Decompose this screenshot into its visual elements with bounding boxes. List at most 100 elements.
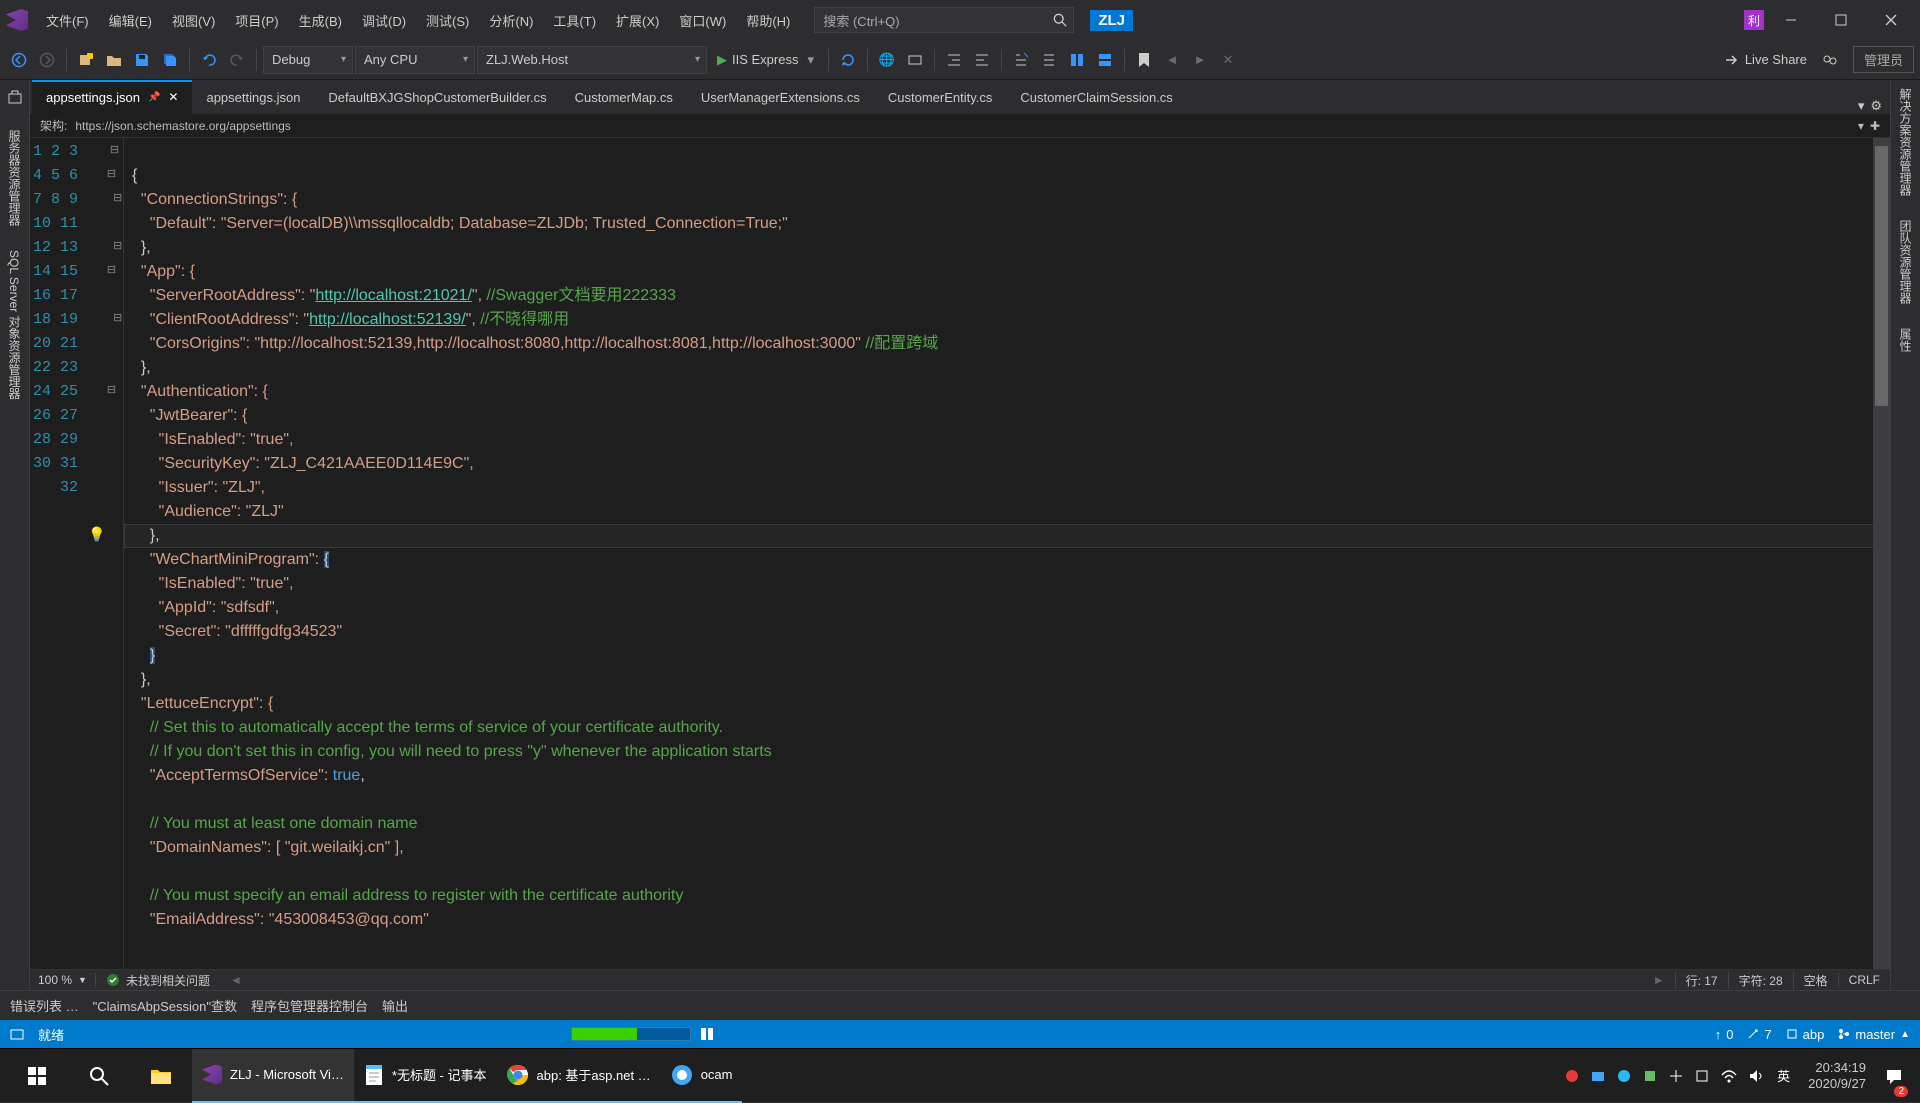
menu-project[interactable]: 项目(P) [227,8,286,33]
insert-mode[interactable]: 空格 [1793,972,1838,989]
close-button[interactable] [1868,5,1914,35]
split-editor-button[interactable]: ✚ [1870,119,1880,133]
menu-analyze[interactable]: 分析(N) [481,8,541,33]
tab-appsettings-1[interactable]: appsettings.json 📌 ✕ [32,80,192,114]
error-list-tab[interactable]: 错误列表 … [10,996,79,1015]
tray-icon-1[interactable] [1591,1069,1605,1083]
tab-settings-icon[interactable]: ⚙ [1870,98,1882,114]
menu-extensions[interactable]: 扩展(X) [608,8,667,33]
tray-icon-4[interactable] [1669,1069,1683,1083]
vertical-scrollbar[interactable] [1873,138,1890,969]
taskbar-ocam[interactable]: ocam [661,1049,743,1103]
minimize-button[interactable] [1768,5,1814,35]
menu-test[interactable]: 测试(S) [418,8,477,33]
undo-button[interactable] [196,47,222,73]
ime-indicator[interactable]: 英 [1777,1066,1790,1085]
record-icon[interactable] [1565,1069,1579,1083]
repo-name[interactable]: abp [1786,1027,1825,1042]
toolbox-icon[interactable] [2,84,28,110]
pending-changes[interactable]: 7 [1747,1027,1771,1042]
live-share-button[interactable]: Live Share [1723,52,1807,68]
system-tray[interactable]: 英 [1555,1066,1800,1085]
code-editor[interactable]: 1 2 3 4 5 6 7 8 9 10 11 12 13 14 15 16 1… [30,138,1890,969]
browser-link-button[interactable]: 🌐 [874,47,900,73]
active-files-dropdown[interactable]: ▾ [1858,98,1865,114]
global-search-input[interactable]: 搜索 (Ctrl+Q) [814,7,1074,33]
branch-name[interactable]: master ▲ [1838,1027,1910,1042]
issues-indicator[interactable]: 未找到相关问题 [96,972,220,989]
platform-dropdown[interactable]: Any CPU [355,46,475,74]
close-icon[interactable]: ✕ [168,90,178,104]
uncomment-button[interactable] [1036,47,1062,73]
tab-claimsession[interactable]: CustomerClaimSession.cs [1006,80,1186,114]
package-manager-tab[interactable]: 程序包管理器控制台 [251,996,368,1015]
format-button-2[interactable] [1092,47,1118,73]
wifi-icon[interactable] [1721,1069,1737,1083]
tray-icon-5[interactable] [1695,1069,1709,1083]
tray-icon-3[interactable] [1643,1069,1657,1083]
format-button-1[interactable] [1064,47,1090,73]
startup-project-dropdown[interactable]: ZLJ.Web.Host [477,46,707,74]
pending-upload[interactable]: ↑0 [1715,1027,1734,1042]
server-explorer-tab[interactable]: 服务器资源管理器 [6,126,23,230]
comment-button[interactable] [1008,47,1034,73]
feedback-button[interactable] [1817,47,1843,73]
save-all-button[interactable] [157,47,183,73]
nav-forward-button[interactable] [34,47,60,73]
new-project-button[interactable] [73,47,99,73]
open-file-button[interactable] [101,47,127,73]
hscroll-left[interactable]: ◄ [230,973,242,987]
taskbar-notepad[interactable]: *无标题 - 记事本 [354,1049,497,1103]
task-icon[interactable] [699,1026,715,1042]
zoom-dropdown[interactable]: 100 %▼ [30,973,96,987]
taskbar-clock[interactable]: 20:34:19 2020/9/27 [1800,1060,1874,1092]
start-button[interactable] [6,1049,68,1103]
taskbar-search[interactable] [68,1049,130,1103]
schema-url[interactable]: https://json.schemastore.org/appsettings [75,119,290,133]
taskbar-explorer[interactable] [130,1049,192,1103]
team-explorer-tab[interactable]: 团队资源管理器 [1897,216,1914,308]
toggle-button-1[interactable] [902,47,928,73]
menu-window[interactable]: 窗口(W) [671,8,734,33]
claims-tab[interactable]: "ClaimsAbpSession"查数 [93,996,237,1015]
tab-defaultbuilder[interactable]: DefaultBXJGShopCustomerBuilder.cs [314,80,560,114]
hscroll-right[interactable]: ► [1653,973,1665,987]
taskbar-vs[interactable]: ZLJ - Microsoft Vi… [192,1049,354,1103]
pin-icon[interactable]: 📌 [148,92,160,103]
menu-file[interactable]: 文件(F) [38,8,97,33]
code-content[interactable]: { "ConnectionStrings": { "Default": "Ser… [124,138,1890,969]
tab-usermanager[interactable]: UserManagerExtensions.cs [687,80,874,114]
bookmark-prev-button[interactable]: ◄ [1159,47,1185,73]
account-badge[interactable]: 利 [1744,10,1764,30]
indent-left-button[interactable] [941,47,967,73]
volume-icon[interactable] [1749,1069,1765,1083]
bookmark-next-button[interactable]: ► [1187,47,1213,73]
tab-customermap[interactable]: CustomerMap.cs [561,80,687,114]
fold-column[interactable]: ⊟ ⊟ ⊟ ⊟ ⊟ ⊟ ⊟ [106,138,124,969]
save-button[interactable] [129,47,155,73]
bookmark-clear-button[interactable]: ✕ [1215,47,1241,73]
menu-view[interactable]: 视图(V) [164,8,223,33]
refresh-button[interactable] [835,47,861,73]
menu-debug[interactable]: 调试(D) [354,8,414,33]
tab-appsettings-2[interactable]: appsettings.json [192,80,314,114]
menu-build[interactable]: 生成(B) [291,8,350,33]
nav-back-button[interactable] [6,47,32,73]
tray-icon-2[interactable] [1617,1069,1631,1083]
indent-right-button[interactable] [969,47,995,73]
menu-help[interactable]: 帮助(H) [738,8,798,33]
redo-button[interactable] [224,47,250,73]
run-button[interactable]: ▶IIS Express▾ [709,46,822,74]
bookmark-button[interactable] [1131,47,1157,73]
taskbar-chrome[interactable]: abp: 基于asp.net … [497,1049,661,1103]
notifications-button[interactable]: 2 [1874,1049,1914,1103]
menu-edit[interactable]: 编辑(E) [101,8,160,33]
output-tab[interactable]: 输出 [382,996,408,1015]
line-endings[interactable]: CRLF [1838,973,1890,987]
properties-tab[interactable]: 属性 [1897,324,1914,356]
config-dropdown[interactable]: Debug [263,46,353,74]
schema-dropdown[interactable]: ▾ [1858,119,1864,133]
solution-explorer-tab[interactable]: 解决方案资源管理器 [1897,84,1914,200]
sql-explorer-tab[interactable]: SQL Server 对象资源管理器 [6,246,23,404]
maximize-button[interactable] [1818,5,1864,35]
